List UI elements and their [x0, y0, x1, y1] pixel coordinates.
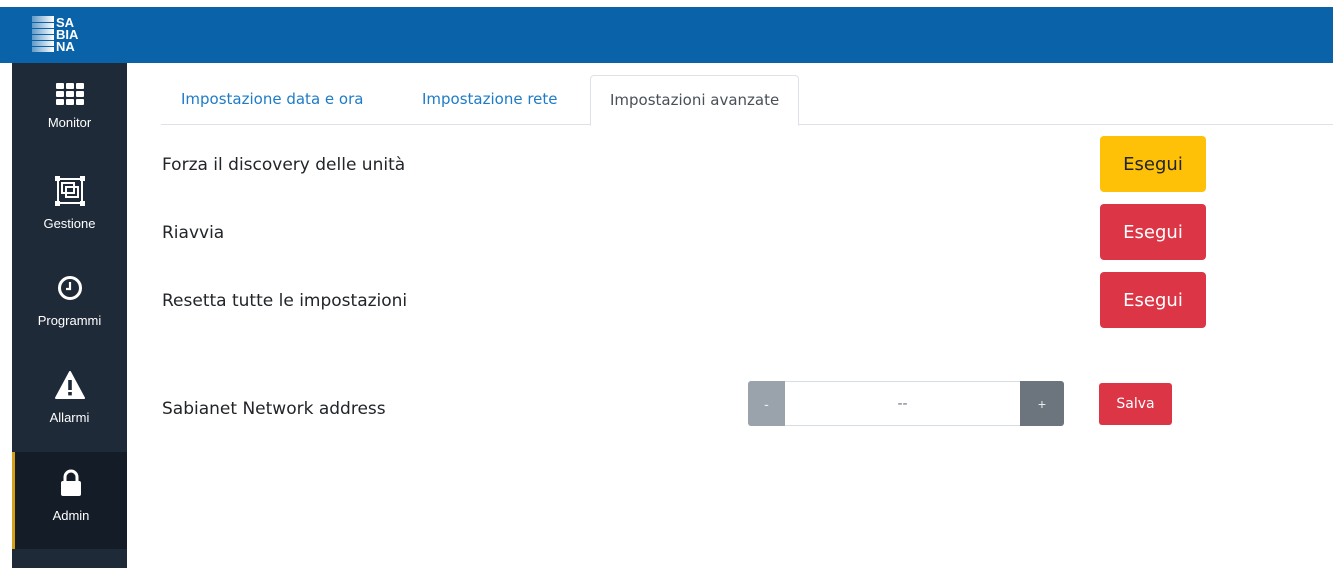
grid-icon [53, 77, 87, 111]
decrement-button[interactable]: - [748, 381, 785, 426]
reset-label: Resetta tutte le impostazioni [162, 291, 408, 311]
warning-icon [53, 368, 87, 402]
screens-icon [53, 174, 87, 208]
top-bar: SA BIA NA [0, 7, 1333, 63]
sidebar-item-label: Programmi [37, 313, 102, 328]
svg-text:NA: NA [56, 39, 75, 54]
network-address-stepper: - + [748, 381, 1064, 426]
network-address-label: Sabianet Network address [162, 399, 386, 419]
sabiana-logo: SA BIA NA [32, 15, 79, 54]
window-top-edge [0, 0, 1333, 7]
tab-bar: Impostazione data e ora Impostazione ret… [161, 75, 1333, 126]
sidebar-item-label: Monitor [47, 115, 92, 130]
increment-button[interactable]: + [1020, 381, 1064, 426]
sidebar-item-programmi[interactable]: Programmi [12, 257, 127, 354]
main-content: Impostazione data e ora Impostazione ret… [127, 63, 1333, 568]
riavvia-label: Riavvia [162, 223, 225, 243]
discovery-label: Forza il discovery delle unità [162, 155, 406, 175]
sidebar-item-label: Allarmi [49, 410, 90, 425]
reset-run-button[interactable]: Esegui [1100, 272, 1206, 328]
tab-data-ora[interactable]: Impostazione data e ora [181, 75, 363, 123]
sidebar-item-label: Admin [52, 508, 90, 523]
riavvia-run-button[interactable]: Esegui [1100, 204, 1206, 260]
tab-rete[interactable]: Impostazione rete [422, 75, 558, 123]
sidebar-item-admin[interactable]: Admin [12, 452, 127, 549]
network-address-input[interactable] [785, 381, 1020, 426]
sidebar: Monitor Gestione Programmi Allarmi Admin [12, 63, 127, 568]
clock-icon [53, 271, 87, 305]
lock-icon [54, 466, 88, 500]
window-left-edge [0, 63, 12, 568]
save-button[interactable]: Salva [1099, 383, 1172, 425]
discovery-run-button[interactable]: Esegui [1100, 136, 1206, 192]
tab-avanzate[interactable]: Impostazioni avanzate [590, 75, 800, 126]
sidebar-item-gestione[interactable]: Gestione [12, 160, 127, 257]
sidebar-item-allarmi[interactable]: Allarmi [12, 354, 127, 451]
sidebar-item-monitor[interactable]: Monitor [12, 63, 127, 160]
sidebar-item-label: Gestione [43, 216, 96, 231]
